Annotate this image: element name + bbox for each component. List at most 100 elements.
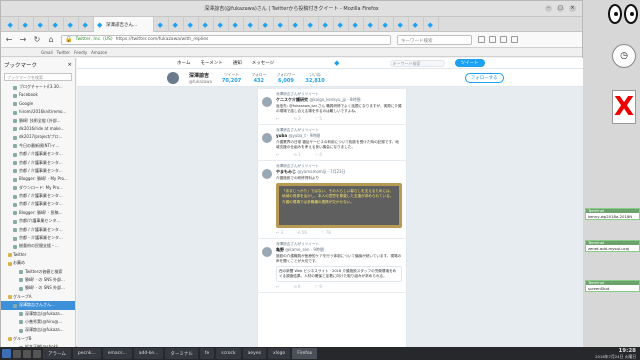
- bookmark-link[interactable]: Twitter: [57, 50, 70, 55]
- tab[interactable]: ◆: [424, 17, 439, 32]
- bookmark-item[interactable]: 京都 / 介護事業センタ...: [1, 226, 75, 234]
- task-button[interactable]: xlogo: [267, 348, 291, 359]
- tab[interactable]: ◆: [49, 17, 64, 32]
- terminal-icon[interactable]: [13, 349, 21, 358]
- link-card[interactable]: 西の新聞 Web ビジネスサイト · 2018 介護施設スタッフの労働環境をめぐ…: [276, 266, 402, 282]
- bookmark-item[interactable]: 京都 / 介護事業センタ...: [1, 159, 75, 167]
- bookmark-item[interactable]: 今日の最新規(NT)イ...: [1, 142, 75, 150]
- bookmark-link[interactable]: Amazon: [91, 50, 107, 55]
- tab[interactable]: ◆: [19, 17, 34, 32]
- nav-home[interactable]: ホーム: [177, 60, 190, 66]
- tab-active[interactable]: ◆ 深澤諒吉さん...: [94, 17, 154, 32]
- close-icon[interactable]: ×: [67, 62, 72, 68]
- tweet[interactable]: 深澤諒吉さんがリツイート yuba @yuba_t · 9時間 介護業界の日常 …: [258, 125, 406, 161]
- avatar[interactable]: [262, 169, 272, 179]
- tab[interactable]: ◆: [34, 17, 49, 32]
- tweet-author[interactable]: 亀野: [276, 247, 284, 252]
- avatar[interactable]: [262, 97, 272, 107]
- tab[interactable]: ◆: [379, 17, 394, 32]
- bookmark-item[interactable]: 勝崎! · の SNS 外部...: [1, 284, 75, 292]
- tweet-button[interactable]: ツイート: [454, 59, 485, 67]
- sidebar-icon[interactable]: [489, 36, 496, 43]
- tab[interactable]: ◆: [79, 17, 94, 32]
- home-icon[interactable]: ⌂: [47, 35, 55, 44]
- bookmark-item[interactable]: Google: [1, 100, 75, 108]
- retweet-icon[interactable]: ⟲ 2: [293, 116, 300, 121]
- task-button-active[interactable]: Firefox: [292, 348, 318, 359]
- minimize-icon[interactable]: –: [545, 5, 552, 12]
- terminal-window[interactable]: Terminal zenet-add-mysql-ucaj: [585, 240, 640, 252]
- tab[interactable]: ◆: [274, 17, 289, 32]
- reload-icon[interactable]: ↻: [33, 35, 41, 44]
- bookmark-item[interactable]: 勝崎! 技術全般 (外部...: [1, 117, 75, 125]
- close-icon[interactable]: ×: [569, 5, 576, 12]
- task-button[interactable]: emacs...: [102, 348, 132, 359]
- tab[interactable]: ◆: [214, 17, 229, 32]
- menu-icon[interactable]: [511, 36, 518, 43]
- stat-tweets[interactable]: ツイート 70,207: [222, 72, 241, 84]
- twitter-logo-icon[interactable]: ◆: [334, 59, 339, 67]
- bookmark-item[interactable]: Blogger: 勝崎! · My Pro...: [1, 175, 75, 183]
- bookmark-item[interactable]: ブログチャート/(3.30...: [1, 83, 75, 91]
- retweet-icon[interactable]: ⟲ 56: [297, 230, 307, 235]
- tab[interactable]: ◆: [244, 17, 259, 32]
- tab[interactable]: ◆: [409, 17, 424, 32]
- task-button[interactable]: fe: [199, 348, 215, 359]
- reply-icon[interactable]: ↩: [276, 284, 279, 289]
- avatar[interactable]: [262, 247, 272, 257]
- tab[interactable]: ◆: [199, 17, 214, 32]
- retweet-icon[interactable]: ⟲ 1: [293, 152, 300, 157]
- taskbar-clock[interactable]: 19:28 2018年7月24日 火曜日: [595, 348, 636, 359]
- bookmark-item[interactable]: dk2017/project/プロ...: [1, 133, 75, 141]
- sidebar-search-input[interactable]: ブックマークを検索: [4, 73, 72, 81]
- maximize-icon[interactable]: □: [557, 5, 564, 12]
- bookmark-item[interactable]: 京都/介護事業センタ...: [1, 217, 75, 225]
- tweet-author[interactable]: やまもみじ: [276, 169, 296, 174]
- task-button[interactable]: aeyes: [242, 348, 266, 359]
- bookmark-item[interactable]: hiromi/2016knit/remo...: [1, 108, 75, 116]
- terminal-window[interactable]: Terminal screenShot: [585, 280, 640, 292]
- files-icon[interactable]: [23, 349, 31, 358]
- bookmark-folder[interactable]: グループB: [1, 335, 75, 343]
- task-button[interactable]: pecnk...: [72, 348, 101, 359]
- tab[interactable]: ◆: [349, 17, 364, 32]
- tab[interactable]: ◆: [259, 17, 274, 32]
- bookmark-item[interactable]: dk2016/ride at make...: [1, 125, 75, 133]
- like-icon[interactable]: ♡ 78: [321, 230, 331, 235]
- forward-icon[interactable]: →: [19, 35, 27, 44]
- bookmark-item[interactable]: 総督府の民間支援・...: [1, 242, 75, 250]
- follow-button[interactable]: フォローする: [464, 72, 504, 83]
- like-icon[interactable]: ♡ 5: [315, 116, 322, 121]
- bookmark-folder[interactable]: Twitter: [1, 251, 75, 259]
- task-button[interactable]: ターミナル: [165, 348, 198, 359]
- tweet[interactable]: 深澤諒吉さんがリツイート 亀野 @kame_sen · 9時間 施設の介護職員が…: [258, 239, 406, 293]
- tab[interactable]: ◆: [169, 17, 184, 32]
- bookmark-link[interactable]: Feedly: [74, 50, 87, 55]
- tab[interactable]: ◆: [229, 17, 244, 32]
- sidebar-title[interactable]: ブックマーク: [4, 61, 37, 69]
- tab[interactable]: ◆: [154, 17, 169, 32]
- tweet[interactable]: 深澤諒吉さんがリツイート やまもみじ @yamamomiji · 7月23日 介…: [258, 161, 406, 239]
- tweet-author[interactable]: yuba: [276, 133, 287, 138]
- nav-messages[interactable]: メッセージ: [252, 60, 274, 66]
- reply-icon[interactable]: ↩ 3: [276, 230, 283, 235]
- browser-icon[interactable]: [33, 349, 41, 358]
- bookmark-item[interactable]: Twitterの価値と検索: [1, 268, 75, 276]
- bookmark-item[interactable]: 京都 / 介護事業センタ...: [1, 167, 75, 175]
- retweet-icon[interactable]: ⟲ 6: [293, 284, 300, 289]
- extension-icon[interactable]: [500, 36, 507, 43]
- tab[interactable]: ◆: [304, 17, 319, 32]
- stat-following[interactable]: フォロー 432: [251, 72, 266, 84]
- task-button[interactable]: scrock: [216, 348, 241, 359]
- tab[interactable]: ◆: [64, 17, 79, 32]
- stat-likes[interactable]: いいね 32,810: [305, 72, 324, 84]
- tab[interactable]: ◆: [4, 17, 19, 32]
- bookmark-link[interactable]: Gmail: [41, 50, 53, 55]
- reply-icon[interactable]: ↩: [276, 152, 279, 157]
- bookmark-item[interactable]: 勝崎! · の SNS 外部...: [1, 276, 75, 284]
- library-icon[interactable]: [478, 36, 485, 43]
- like-icon[interactable]: ♡ 4: [315, 152, 322, 157]
- task-button[interactable]: add-ke...: [133, 348, 164, 359]
- bookmark-item[interactable]: ダウンロード: My Pro...: [1, 184, 75, 192]
- twitter-search-input[interactable]: キーワード検索: [389, 59, 445, 67]
